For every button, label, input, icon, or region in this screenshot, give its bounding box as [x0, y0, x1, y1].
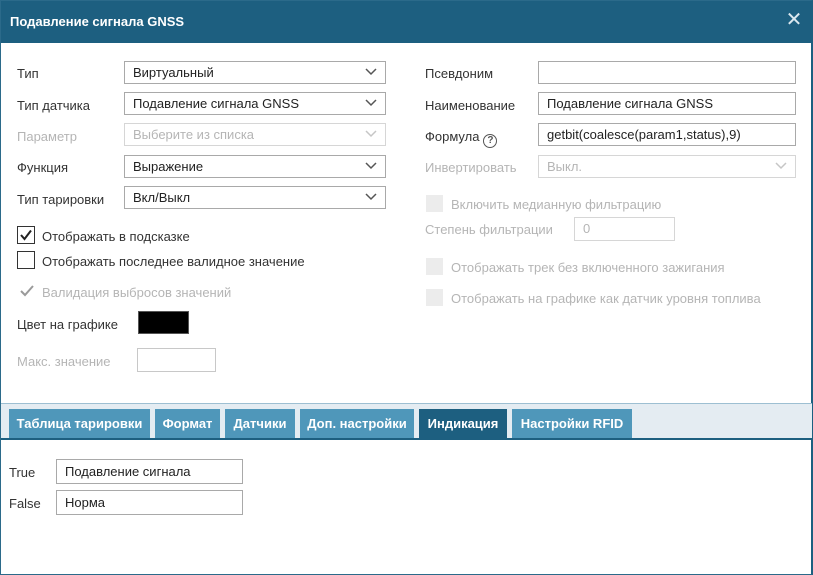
true-value-input[interactable]: Подавление сигнала: [56, 459, 243, 484]
show-last-valid-checkbox[interactable]: [17, 251, 35, 269]
false-label: False: [9, 496, 41, 511]
formula-label-wrap: Формула?: [425, 129, 498, 148]
sensor-dialog: Подавление сигнала GNSS ✕ Тип Виртуальны…: [0, 0, 813, 575]
fuel-level-sensor-checkbox: [426, 289, 443, 306]
invert-select-value: Выкл.: [547, 159, 583, 174]
chevron-down-icon: [365, 96, 377, 108]
alias-label: Псевдоним: [425, 66, 494, 81]
param-select: Выберите из списка: [124, 123, 386, 146]
dialog-title: Подавление сигнала GNSS: [10, 14, 185, 29]
filter-degree-label: Степень фильтрации: [425, 222, 553, 237]
track-without-ignition-checkbox: [426, 258, 443, 275]
type-label: Тип: [17, 66, 39, 81]
tab-rfid-settings[interactable]: Настройки RFID: [512, 409, 632, 438]
calib-type-label: Тип тарировки: [17, 192, 105, 207]
outlier-validation-label: Валидация выбросов значений: [42, 285, 232, 300]
chart-color-label: Цвет на графике: [17, 317, 118, 332]
formula-input[interactable]: getbit(coalesce(param1,status),9): [538, 123, 796, 146]
show-in-tooltip-label: Отображать в подсказке: [42, 229, 190, 244]
track-without-ignition-label: Отображать трек без включенного зажигани…: [451, 260, 725, 275]
sensor-type-label: Тип датчика: [17, 98, 91, 113]
formula-label: Формула: [425, 129, 480, 144]
chart-color-swatch[interactable]: [138, 311, 189, 334]
function-select[interactable]: Выражение: [124, 155, 386, 178]
max-value-label: Макс. значение: [17, 354, 111, 369]
sensor-type-select-value: Подавление сигнала GNSS: [133, 96, 299, 111]
alias-input[interactable]: [538, 61, 796, 84]
invert-select: Выкл.: [538, 155, 796, 178]
checkmark-icon: [19, 284, 35, 298]
show-in-tooltip-checkbox[interactable]: [17, 226, 35, 244]
invert-label: Инвертировать: [425, 160, 517, 175]
tab-sensors[interactable]: Датчики: [225, 409, 295, 438]
median-filter-label: Включить медианную фильтрацию: [451, 197, 662, 212]
true-label: True: [9, 465, 36, 480]
name-label: Наименование: [425, 98, 516, 113]
chevron-down-icon: [365, 127, 377, 139]
name-input[interactable]: Подавление сигнала GNSS: [538, 92, 796, 115]
chevron-down-icon: [365, 65, 377, 77]
tab-indication[interactable]: Индикация: [419, 409, 507, 438]
median-filter-checkbox: [426, 195, 443, 212]
false-value-input[interactable]: Норма: [56, 490, 243, 515]
calib-type-select-value: Вкл/Выкл: [133, 190, 191, 205]
chevron-down-icon: [365, 159, 377, 171]
param-select-placeholder: Выберите из списка: [133, 127, 255, 142]
calib-type-select[interactable]: Вкл/Выкл: [124, 186, 386, 209]
sensor-type-select[interactable]: Подавление сигнала GNSS: [124, 92, 386, 115]
type-select[interactable]: Виртуальный: [124, 61, 386, 84]
tab-strip-underline: [1, 438, 812, 440]
type-select-value: Виртуальный: [133, 65, 214, 80]
function-label: Функция: [17, 160, 68, 175]
close-icon[interactable]: ✕: [784, 10, 804, 30]
chevron-down-icon: [775, 159, 787, 171]
param-label: Параметр: [17, 129, 77, 144]
fuel-level-sensor-label: Отображать на графике как датчик уровня …: [451, 291, 761, 306]
help-icon[interactable]: ?: [483, 134, 498, 148]
dialog-title-bar: Подавление сигнала GNSS ✕: [1, 1, 812, 43]
tab-extra-settings[interactable]: Доп. настройки: [300, 409, 414, 438]
chevron-down-icon: [365, 190, 377, 202]
tab-calibration-table[interactable]: Таблица тарировки: [9, 409, 150, 438]
checkmark-icon: [20, 229, 32, 241]
show-last-valid-label: Отображать последнее валидное значение: [42, 254, 305, 269]
max-value-input[interactable]: [137, 348, 216, 372]
tab-format[interactable]: Формат: [155, 409, 220, 438]
function-select-value: Выражение: [133, 159, 204, 174]
filter-degree-input: 0: [574, 217, 675, 241]
